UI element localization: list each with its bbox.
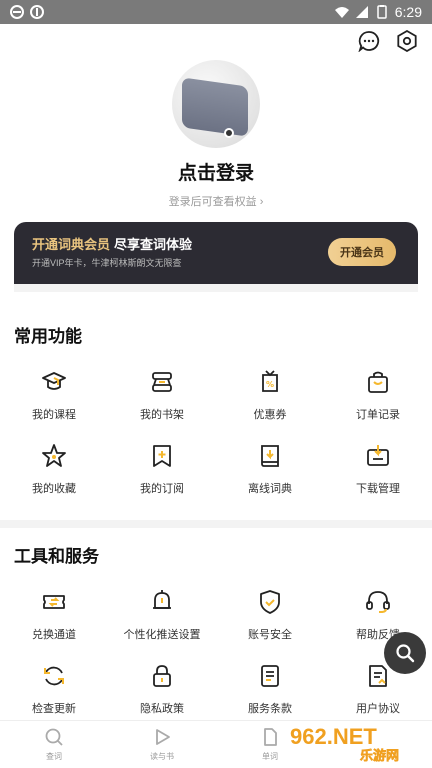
menu-item-my-bookshelf[interactable]: 我的书架 [108,362,216,436]
avatar-dot [224,128,234,138]
menu-item-check-update[interactable]: 检查更新 [0,656,108,730]
menu-item-label: 我的收藏 [32,483,76,495]
tab-label: 查词 [46,752,62,761]
menu-item-my-courses[interactable]: 我的课程 [0,362,108,436]
tab-read-books[interactable]: 读与书 [108,721,216,768]
watermark-logo: 962.NET 乐游网 [290,724,399,764]
common-functions-section: 常用功能 我的课程 我的书架 % 优惠券 订单记录 我的收藏 我的订阅 离线词典 [0,300,432,520]
menu-item-label: 订单记录 [356,409,400,421]
svg-text:%: % [266,380,274,389]
bell-icon [153,590,171,609]
refresh-icon [44,666,64,686]
menu-item-privacy-policy[interactable]: 隐私政策 [108,656,216,730]
menu-item-label: 我的订阅 [140,483,184,495]
tools-services-section: 工具和服务 兑换通道 个性化推送设置 账号安全 帮助反馈 检查更新 隐私政策 服… [0,528,432,720]
shopping-bag-icon [368,371,388,393]
vip-title-gold: 开通词典会员 [32,237,111,252]
tab-label: 单词 [262,752,278,761]
status-time: 6:29 [394,4,422,20]
star-icon [42,444,66,467]
menu-item-my-favorites[interactable]: 我的收藏 [0,436,108,510]
search-icon [396,644,415,663]
section-divider [0,520,432,528]
section-title: 工具和服务 [14,547,99,566]
vip-title-white: 尽享查词体验 [114,237,193,252]
login-button[interactable]: 点击登录 [178,158,254,185]
menu-item-account-security[interactable]: 账号安全 [216,582,324,656]
exchange-ticket-icon [43,595,65,609]
download-icon [367,445,389,466]
message-icon[interactable] [358,30,380,52]
section-title: 常用功能 [14,327,82,346]
watermark-text-1: 962.NET [290,724,377,749]
headset-icon [366,591,390,613]
vip-title: 开通词典会员 尽享查词体验 [32,234,192,253]
menu-item-label: 下载管理 [356,483,400,495]
tools-services-grid: 兑换通道 个性化推送设置 账号安全 帮助反馈 检查更新 隐私政策 服务条款 用户… [0,582,432,730]
battery-icon [377,5,387,19]
app-notification-icon [10,5,24,19]
search-icon [45,728,63,746]
subscribe-icon [153,445,171,467]
menu-item-label: 隐私政策 [140,703,184,715]
menu-item-terms-of-service[interactable]: 服务条款 [216,656,324,730]
status-bar: 6:29 [0,0,432,24]
app-notification-icon [30,5,44,19]
menu-item-download-management[interactable]: 下载管理 [324,436,432,510]
status-left [10,5,44,19]
menu-item-label: 检查更新 [32,703,76,715]
signal-icon [355,6,368,18]
menu-item-label: 个性化推送设置 [123,629,201,641]
profile-header: 点击登录 登录后可查看权益 › [0,60,432,209]
common-functions-grid: 我的课程 我的书架 % 优惠券 订单记录 我的收藏 我的订阅 离线词典 下载管理 [0,362,432,510]
offline-dictionary-icon [261,445,279,467]
watermark-text-2: 乐游网 [360,748,399,764]
vip-description: 开通VIP年卡，牛津柯林斯朗文无限查 [32,258,182,268]
menu-item-label: 兑换通道 [32,629,76,641]
menu-item-order-records[interactable]: 订单记录 [324,362,432,436]
menu-item-my-subscriptions[interactable]: 我的订阅 [108,436,216,510]
login-subtitle-link[interactable]: 登录后可查看权益 › [169,193,264,209]
lock-icon [153,665,171,687]
document-icon [261,665,279,687]
menu-item-label: 我的课程 [32,409,76,421]
avatar[interactable] [172,60,260,148]
graduation-cap-icon [42,372,66,390]
top-actions [358,30,418,52]
menu-item-label: 用户协议 [356,703,400,715]
coupon-icon: % [262,370,278,392]
status-right: 6:29 [334,4,422,20]
shield-icon [260,590,280,614]
menu-item-offline-dictionary[interactable]: 离线词典 [216,436,324,510]
menu-item-label: 账号安全 [248,629,292,641]
wifi-icon [334,7,349,18]
play-icon [156,729,170,745]
menu-item-label: 服务条款 [248,703,292,715]
menu-item-label: 优惠券 [253,409,287,421]
avatar-card [182,77,248,137]
menu-item-push-settings[interactable]: 个性化推送设置 [108,582,216,656]
menu-item-label: 离线词典 [248,483,292,495]
tab-label: 读与书 [150,752,174,761]
open-vip-button[interactable]: 开通会员 [328,238,396,266]
floating-search-button[interactable] [384,632,426,674]
bookshelf-icon [152,372,172,392]
tab-lookup[interactable]: 查词 [0,721,108,768]
menu-item-redeem[interactable]: 兑换通道 [0,582,108,656]
page-icon [264,728,277,746]
menu-item-coupons[interactable]: % 优惠券 [216,362,324,436]
vip-banner[interactable]: 开通词典会员 尽享查词体验 开通VIP年卡，牛津柯林斯朗文无限查 开通会员 [14,222,418,292]
menu-item-label: 我的书架 [140,409,184,421]
settings-icon[interactable] [396,30,418,52]
